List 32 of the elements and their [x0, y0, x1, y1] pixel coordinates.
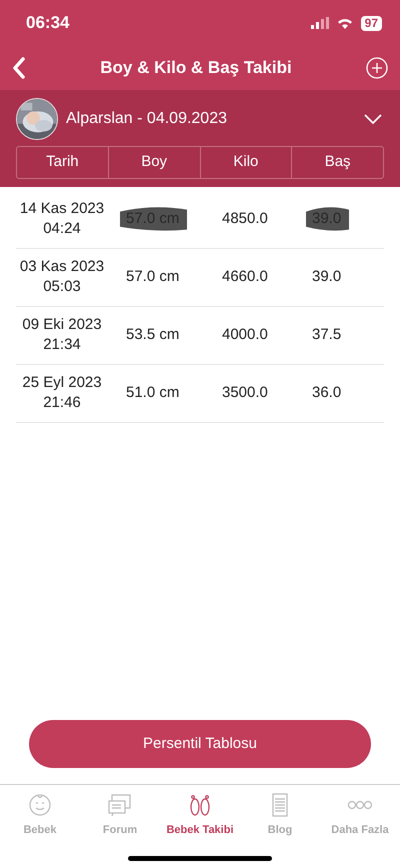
status-time: 06:34 [26, 12, 70, 34]
table-cell: 4850.0 [222, 210, 268, 227]
column-header[interactable]: Tarih [17, 147, 109, 178]
table-cell: 4660.0 [222, 268, 268, 285]
table-cell: 36.0 [312, 384, 342, 401]
table-cell: 51.0 cm [126, 384, 180, 401]
table-cell: 39.0 [312, 268, 342, 285]
table-cell: 3500.0 [222, 384, 268, 401]
baby-name-date[interactable]: Alparslan - 04.09.2023 [66, 107, 354, 131]
wifi-icon [336, 17, 353, 29]
battery-level: 97 [360, 16, 382, 30]
date-cell-text: 25 Eyl 2023 [21, 373, 103, 393]
table-cell: 4000.0 [222, 326, 268, 343]
add-icon[interactable] [366, 57, 388, 79]
column-header[interactable]: Kilo [200, 147, 292, 178]
date-cell-text: 09 Eki 2023 [21, 315, 103, 335]
table-cell: 37.5 [312, 326, 342, 343]
date-cell-text: 03 Kas 2023 [18, 257, 106, 277]
signal-icon [310, 17, 329, 29]
time-cell-text: 04:24 [42, 219, 82, 239]
back-icon[interactable] [12, 57, 26, 79]
column-header[interactable]: Baş [292, 147, 383, 178]
table-cell: 57.0 cm [126, 268, 180, 285]
column-header[interactable]: Boy [108, 147, 200, 178]
date-cell-text: 14 Kas 2023 [18, 199, 106, 219]
percentile-button[interactable]: Persentil Tablosu [29, 720, 371, 768]
tab-item[interactable]: Bebek Takibi [160, 791, 240, 840]
table-cell: 53.5 cm [126, 326, 180, 343]
time-cell-text: 21:46 [42, 393, 82, 413]
time-cell-text: 21:34 [42, 335, 82, 355]
screen-title: Boy & Kilo & Baş Takibi [100, 57, 292, 80]
time-cell-text: 05:03 [42, 277, 82, 297]
